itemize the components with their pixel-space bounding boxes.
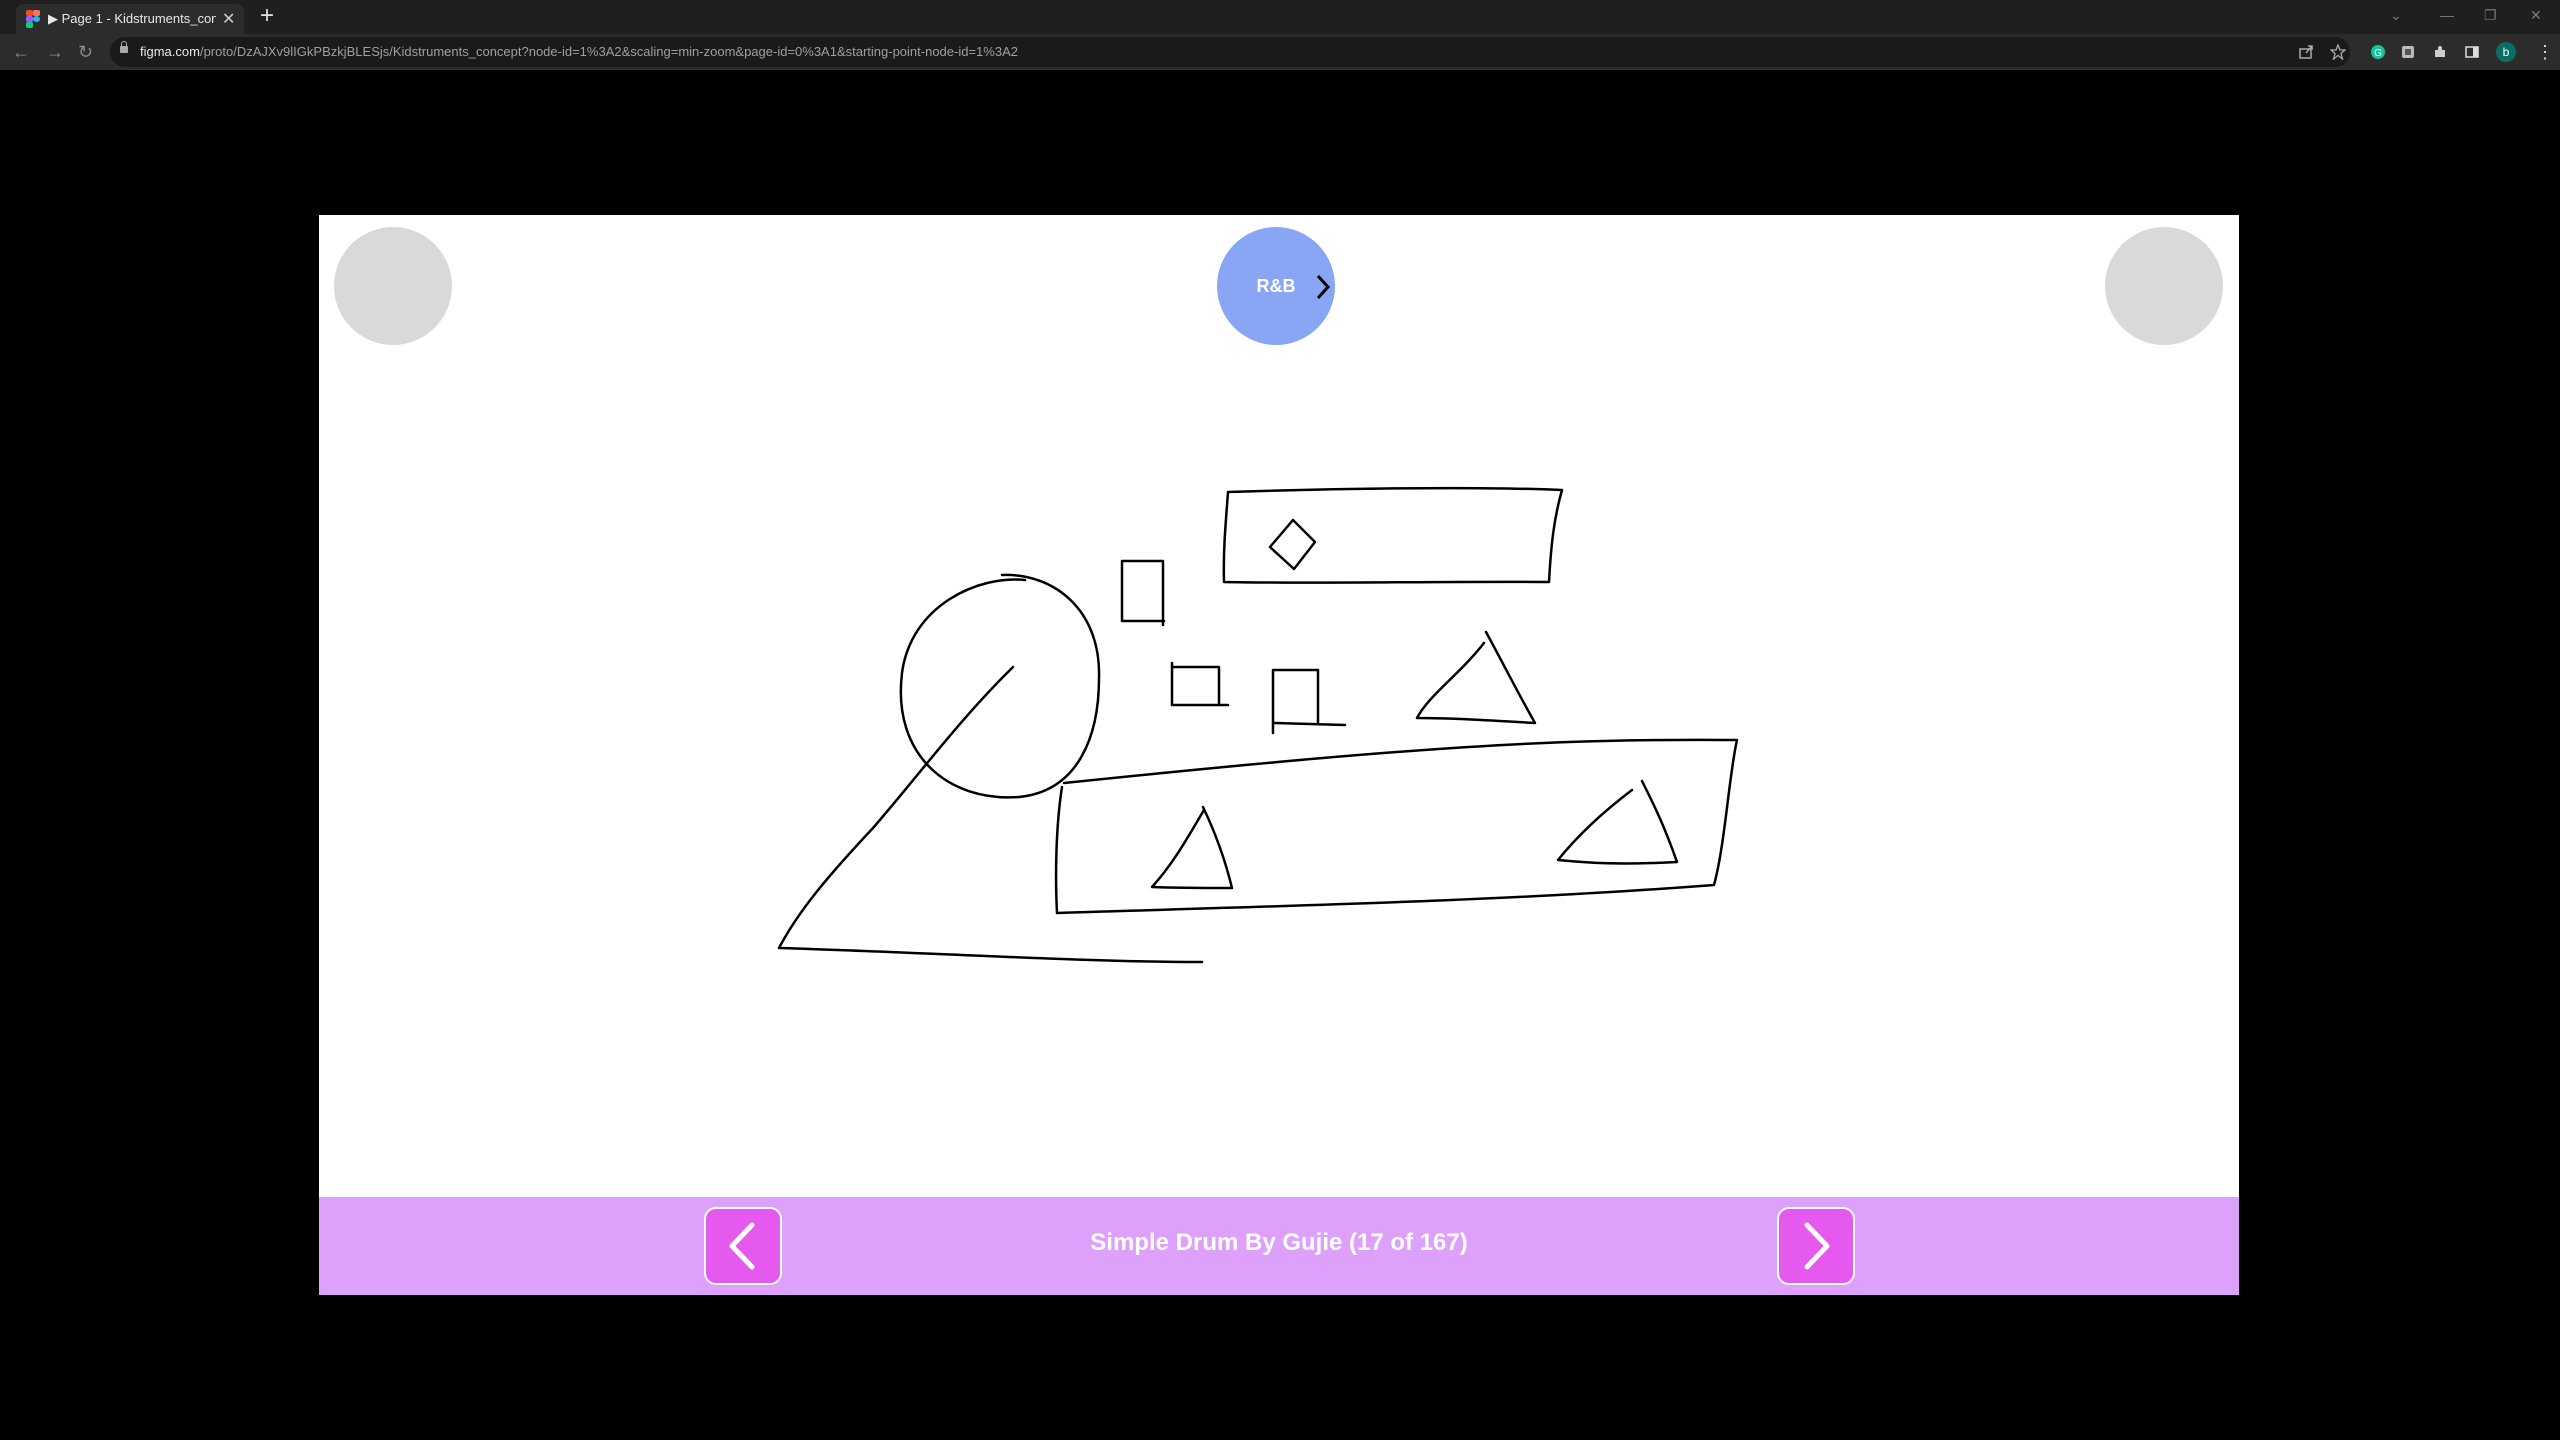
figma-favicon-icon (26, 10, 40, 28)
url-text: figma.com/proto/DzAJXv9lIGkPBzkjBLESjs/K… (140, 44, 1018, 59)
address-bar[interactable]: figma.com/proto/DzAJXv9lIGkPBzkjBLESjs/K… (110, 37, 2350, 67)
forward-icon[interactable]: → (46, 42, 64, 62)
new-tab-icon[interactable]: + (260, 4, 274, 28)
profile-avatar[interactable]: b (2496, 42, 2516, 62)
tab-title: ▶ Page 1 - Kidstruments_concept (48, 11, 216, 26)
sketch-drum-circle (899, 573, 1101, 799)
sketch-diamond (1268, 518, 1317, 571)
sketch-stand (777, 665, 1204, 964)
next-button[interactable] (1777, 1207, 1855, 1285)
tab-search-icon[interactable]: ⌄ (2390, 7, 2402, 24)
restore-icon[interactable]: ❐ (2484, 7, 2497, 24)
tab-close-icon[interactable]: ✕ (222, 9, 235, 29)
prototype-frame: R&B Simple Drum By Gujie (17 of 167) (319, 215, 2239, 1295)
lock-icon (120, 41, 128, 53)
reload-icon[interactable]: ↻ (78, 42, 93, 62)
share-icon[interactable] (2298, 44, 2314, 60)
chevron-right-icon (1804, 1222, 1830, 1270)
bottom-nav-bar: Simple Drum By Gujie (17 of 167) (319, 1197, 2239, 1295)
browser-toolbar: ← → ↻ figma.com/proto/DzAJXv9lIGkPBzkjBL… (0, 34, 2560, 70)
side-panel-icon[interactable] (2464, 44, 2480, 60)
bookmark-star-icon[interactable] (2330, 44, 2346, 60)
sketch-top-bar (1222, 486, 1564, 584)
drum-caption: Simple Drum By Gujie (17 of 167) (1090, 1229, 1468, 1256)
back-icon[interactable]: ← (12, 42, 30, 62)
drum-sketch (777, 486, 1739, 964)
browser-tab-strip: ▶ Page 1 - Kidstruments_concept ✕ + ⌄ — … (0, 0, 2560, 34)
browser-tab[interactable]: ▶ Page 1 - Kidstruments_concept ✕ (16, 4, 244, 34)
sketch-square-3 (1271, 668, 1347, 735)
minimize-icon[interactable]: — (2440, 7, 2454, 23)
extension-icon[interactable] (2400, 44, 2416, 60)
sketch-triangle-3 (1556, 779, 1679, 865)
puzzle-extensions-icon[interactable] (2432, 44, 2448, 60)
sketch-square-1 (1120, 559, 1166, 627)
svg-text:G: G (2374, 48, 2382, 59)
sketch-square-2 (1170, 661, 1230, 707)
menu-kebab-icon[interactable]: ⋮ (2536, 42, 2554, 62)
sketch-triangle-2 (1150, 805, 1234, 890)
grammarly-extension-icon[interactable]: G (2370, 44, 2386, 60)
window-close-icon[interactable]: ✕ (2530, 7, 2542, 24)
sketch-triangle-1 (1415, 630, 1537, 725)
